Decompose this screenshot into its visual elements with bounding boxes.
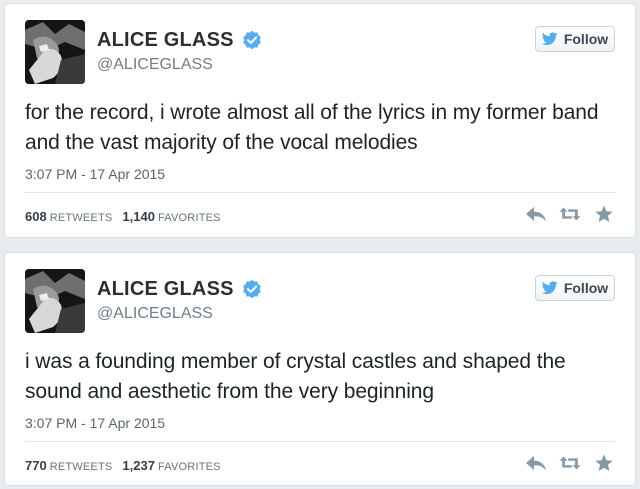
follow-button[interactable]: Follow bbox=[535, 26, 615, 52]
tweet-stats: 770 RETWEETS 1,237 FAVORITES bbox=[25, 458, 231, 473]
retweets-label: RETWEETS bbox=[49, 212, 113, 224]
tweet-text: for the record, i wrote almost all of th… bbox=[25, 101, 599, 154]
star-icon[interactable] bbox=[593, 205, 615, 223]
tweet-stats: 608 RETWEETS 1,140 FAVORITES bbox=[25, 209, 231, 224]
name-row: ALICE GLASS bbox=[97, 277, 262, 301]
tweet-feed: ALICE GLASS @ALICEGLASS Follow for the r… bbox=[0, 0, 640, 489]
star-icon[interactable] bbox=[593, 454, 615, 472]
avatar[interactable] bbox=[25, 20, 85, 84]
twitter-bird-icon bbox=[541, 281, 558, 295]
retweet-icon[interactable] bbox=[559, 205, 581, 223]
divider bbox=[25, 192, 615, 193]
favorite-count[interactable]: 1,140 bbox=[122, 209, 155, 224]
follow-label: Follow bbox=[563, 280, 609, 296]
user-handle[interactable]: @ALICEGLASS bbox=[97, 56, 213, 74]
tweet-actions bbox=[525, 205, 615, 223]
user-handle[interactable]: @ALICEGLASS bbox=[97, 305, 213, 323]
verified-badge-icon bbox=[242, 30, 262, 50]
tweet-header: ALICE GLASS @ALICEGLASS Follow bbox=[25, 269, 615, 333]
retweets-label: RETWEETS bbox=[49, 461, 113, 473]
reply-icon[interactable] bbox=[525, 454, 547, 472]
favorites-label: FAVORITES bbox=[157, 212, 221, 224]
retweet-icon[interactable] bbox=[559, 454, 581, 472]
tweet-text: i was a founding member of crystal castl… bbox=[25, 350, 566, 403]
display-name[interactable]: ALICE GLASS bbox=[97, 29, 234, 52]
tweet-card: ALICE GLASS @ALICEGLASS Follow i was a f… bbox=[4, 252, 636, 486]
tweet-card: ALICE GLASS @ALICEGLASS Follow for the r… bbox=[4, 3, 636, 238]
display-name[interactable]: ALICE GLASS bbox=[97, 278, 234, 301]
follow-label: Follow bbox=[563, 31, 609, 47]
avatar[interactable] bbox=[25, 269, 85, 333]
verified-badge-icon bbox=[242, 279, 262, 299]
name-row: ALICE GLASS bbox=[97, 28, 262, 52]
follow-button[interactable]: Follow bbox=[535, 275, 615, 301]
divider bbox=[25, 441, 615, 442]
timestamp[interactable]: 3:07 PM - 17 Apr 2015 bbox=[25, 166, 165, 182]
tweet-header: ALICE GLASS @ALICEGLASS Follow bbox=[25, 20, 615, 84]
reply-icon[interactable] bbox=[525, 205, 547, 223]
retweet-count[interactable]: 608 bbox=[25, 209, 47, 224]
retweet-count[interactable]: 770 bbox=[25, 458, 47, 473]
favorites-label: FAVORITES bbox=[157, 461, 221, 473]
twitter-bird-icon bbox=[541, 32, 558, 46]
favorite-count[interactable]: 1,237 bbox=[122, 458, 155, 473]
tweet-actions bbox=[525, 454, 615, 472]
timestamp[interactable]: 3:07 PM - 17 Apr 2015 bbox=[25, 415, 165, 431]
